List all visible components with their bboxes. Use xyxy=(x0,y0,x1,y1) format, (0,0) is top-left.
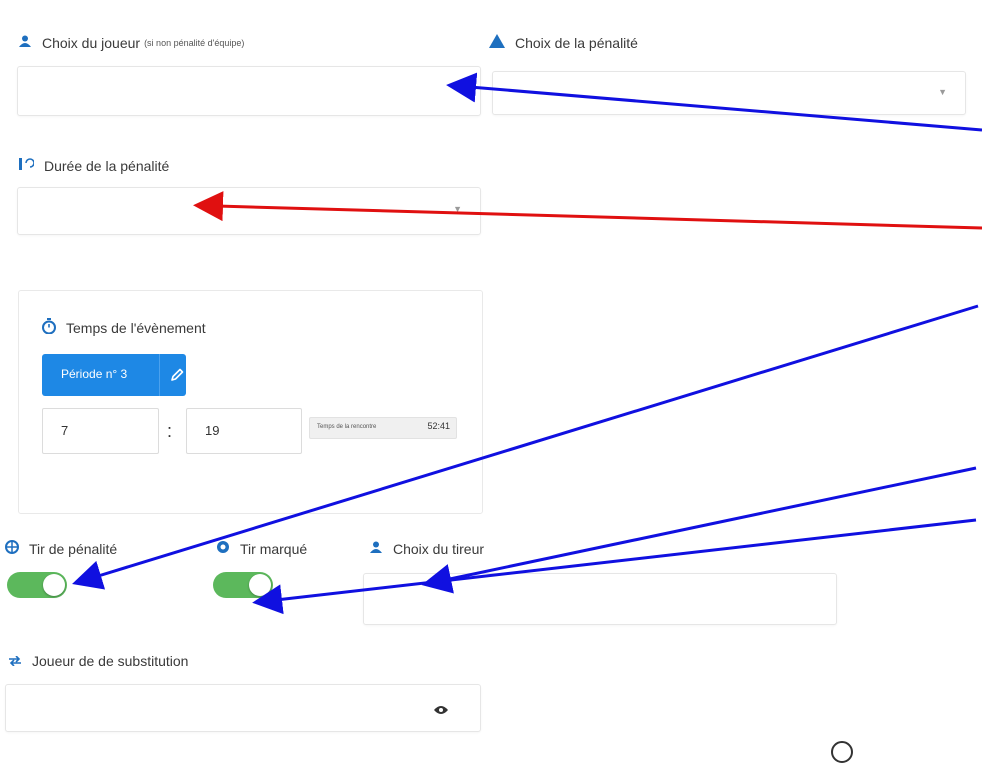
minutes-input[interactable]: 7 xyxy=(42,408,159,454)
penalty-select[interactable]: ▼ xyxy=(492,71,966,115)
shot-scored-label: Tir marqué xyxy=(216,540,307,557)
player-choice-label: Choix du joueur (si non pénalité d'équip… xyxy=(18,34,244,51)
penalty-choice-label: Choix de la pénalité xyxy=(489,34,638,51)
player-select[interactable] xyxy=(17,66,481,116)
seconds-input[interactable]: 19 xyxy=(186,408,302,454)
stopwatch-icon xyxy=(42,318,56,337)
scored-icon xyxy=(216,540,230,557)
period-button[interactable]: Période n° 3 xyxy=(42,354,186,396)
penalty-duration-label: Durée de la pénalité xyxy=(18,157,169,174)
shooter-choice-label: Choix du tireur xyxy=(369,540,484,557)
edit-pencil-icon[interactable] xyxy=(166,364,190,386)
time-separator: : xyxy=(167,421,173,441)
warning-icon xyxy=(489,34,505,51)
eye-icon[interactable] xyxy=(433,702,449,720)
chevron-down-icon: ▼ xyxy=(938,87,947,97)
duration-icon xyxy=(18,157,35,174)
arrow-shooter-select xyxy=(421,466,977,594)
match-time-badge: Temps de la rencontre 52:41 xyxy=(309,417,457,439)
event-time-label: Temps de l'évènement xyxy=(42,318,206,337)
shooter-select[interactable] xyxy=(363,573,837,625)
penalty-shot-label: Tir de pénalité xyxy=(5,540,117,557)
target-icon xyxy=(5,540,19,557)
substitute-player-label: Joueur de de substitution xyxy=(8,653,188,669)
swap-icon xyxy=(8,653,22,669)
user-icon xyxy=(18,34,32,51)
penalty-shot-toggle[interactable] xyxy=(7,572,67,598)
toggle-knob xyxy=(43,574,65,596)
duration-select[interactable]: ▼ xyxy=(17,187,481,235)
user-icon xyxy=(369,540,383,557)
toggle-knob xyxy=(249,574,271,596)
period-button-divider xyxy=(159,354,160,396)
help-icon[interactable] xyxy=(831,741,853,763)
chevron-down-icon: ▼ xyxy=(453,204,462,214)
substitute-select[interactable] xyxy=(5,684,481,732)
shot-scored-toggle[interactable] xyxy=(213,572,273,598)
